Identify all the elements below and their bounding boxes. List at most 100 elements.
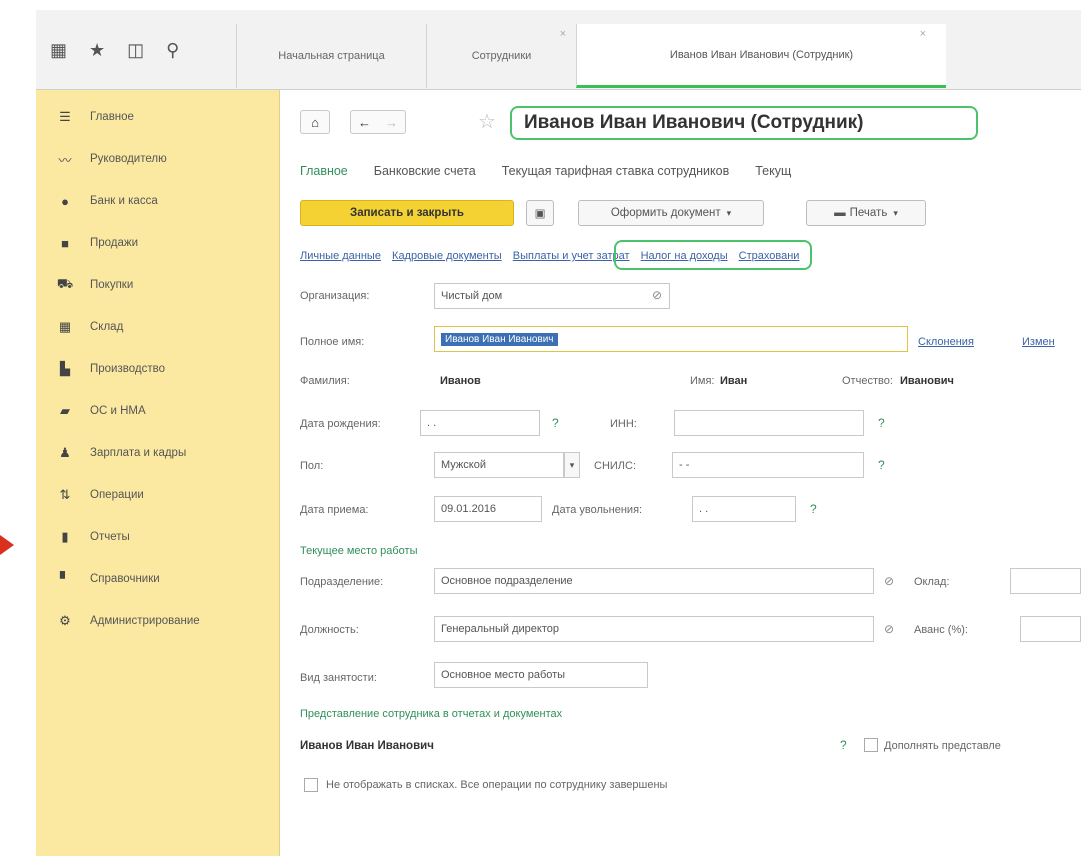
home-button[interactable]: ⌂ <box>300 110 330 134</box>
button-label: Оформить документ <box>610 207 721 219</box>
tab-employees[interactable]: Сотрудники × <box>426 24 576 88</box>
surname-label: Фамилия: <box>300 375 350 387</box>
department-field[interactable]: Основное подразделение <box>434 568 874 594</box>
tab-current[interactable]: Текущ <box>755 164 791 178</box>
declension-link[interactable]: Склонения <box>918 336 974 348</box>
sidebar-item-production[interactable]: ▙ Производство <box>36 354 280 384</box>
truck-icon: ▰ <box>60 403 70 418</box>
dismissal-date-field[interactable]: . . <box>692 496 796 522</box>
sidebar-item-bank[interactable]: ● Банк и касса <box>36 186 280 216</box>
tab-home[interactable]: Начальная страница <box>236 24 426 88</box>
sidebar-item-main[interactable]: ☰ Главное <box>36 102 280 132</box>
link-personal-data[interactable]: Личные данные <box>300 250 381 262</box>
close-icon[interactable]: × <box>560 28 566 40</box>
chart-line-icon: 〰 <box>58 152 72 168</box>
birth-date-field[interactable]: . . <box>420 410 540 436</box>
sidebar-item-sales[interactable]: ■ Продажи <box>36 228 280 258</box>
inn-field[interactable] <box>674 410 864 436</box>
full-name-field[interactable]: Иванов Иван Иванович <box>434 326 908 352</box>
save-button[interactable]: ▣ <box>526 200 554 226</box>
sidebar-item-manager[interactable]: 〰 Руководителю <box>36 144 280 174</box>
field-value: - - <box>679 459 690 471</box>
help-icon[interactable]: ? <box>840 738 847 752</box>
window: ▦ ★ ◫ ⚲ Начальная страница Сотрудники × … <box>0 0 1081 856</box>
sidebar-item-purchases[interactable]: ⛟ Покупки <box>36 270 280 300</box>
save-close-button[interactable]: Записать и закрыть <box>300 200 514 226</box>
supplement-checkbox[interactable] <box>864 738 878 752</box>
coin-icon: ● <box>61 193 69 209</box>
print-button[interactable]: ▬ Печать ▾ <box>806 200 926 226</box>
create-document-button[interactable]: Оформить документ ▾ <box>578 200 764 226</box>
link-hr-documents[interactable]: Кадровые документы <box>392 250 502 262</box>
search-icon[interactable]: ⚲ <box>166 40 179 61</box>
field-value: Генеральный директор <box>441 623 559 635</box>
gender-dropdown-button[interactable]: ▾ <box>564 452 580 478</box>
employment-type-field[interactable]: Основное место работы <box>434 662 648 688</box>
tab-main[interactable]: Главное <box>300 164 348 178</box>
advance-field[interactable] <box>1020 616 1081 642</box>
sidebar-item-salary[interactable]: ♟ Зарплата и кадры <box>36 438 280 468</box>
history-nav: ← → <box>350 110 406 134</box>
change-link[interactable]: Измен <box>1022 336 1081 348</box>
sidebar: ☰ Главное 〰 Руководителю ● Банк и касса ■ Пр… <box>36 90 280 856</box>
main-form: ⌂ ← → ☆ Иванов Иван Иванович (Сотрудник)… <box>280 90 1081 856</box>
open-position-icon[interactable]: ⊘ <box>884 622 894 636</box>
open-department-icon[interactable]: ⊘ <box>884 574 894 588</box>
hide-in-lists-checkbox[interactable] <box>304 778 318 792</box>
field-value: Основное место работы <box>441 669 566 681</box>
employment-type-label: Вид занятости: <box>300 672 377 684</box>
field-value: Мужской <box>441 459 486 471</box>
sidebar-item-label: Главное <box>90 111 134 123</box>
person-icon: ♟ <box>59 445 71 460</box>
apps-grid-icon[interactable]: ▦ <box>50 40 67 61</box>
tab-bank-accounts[interactable]: Банковские счета <box>374 164 476 178</box>
field-value: Чистый дом <box>441 290 503 302</box>
history-icon[interactable]: ◫ <box>127 40 144 61</box>
gear-icon: ⚙ <box>59 613 71 628</box>
current-workplace-heading: Текущее место работы <box>300 545 418 557</box>
back-arrow-icon[interactable]: ← <box>358 115 371 130</box>
payments-link-highlight <box>614 240 812 270</box>
chevron-down-icon: ▾ <box>726 207 732 218</box>
favorites-star-icon[interactable]: ★ <box>89 40 105 61</box>
close-icon[interactable]: × <box>920 28 926 40</box>
patronymic-value: Иванович <box>900 375 954 387</box>
tab-tariff-rate[interactable]: Текущая тарифная ставка сотрудников <box>502 164 730 178</box>
printer-icon: ▬ <box>834 207 846 219</box>
help-icon[interactable]: ? <box>878 458 885 472</box>
sidebar-item-label: Зарплата и кадры <box>90 447 187 459</box>
link-payments[interactable]: Выплаты и учет затрат <box>513 250 630 262</box>
forward-arrow-icon[interactable]: → <box>385 115 398 130</box>
tab-employee-card[interactable]: Иванов Иван Иванович (Сотрудник) × <box>576 24 946 88</box>
sidebar-item-label: Склад <box>90 321 124 333</box>
home-icon: ⌂ <box>311 114 319 130</box>
tab-label: Начальная страница <box>278 50 385 62</box>
sidebar-item-assets[interactable]: ▰ ОС и НМА <box>36 396 280 426</box>
organization-field[interactable]: Чистый дом <box>434 283 670 309</box>
field-value: . . <box>427 417 437 429</box>
help-icon[interactable]: ? <box>552 416 559 430</box>
menu-icon: ☰ <box>59 109 71 124</box>
hire-date-field[interactable]: 09.01.2016 <box>434 496 542 522</box>
sidebar-item-operations[interactable]: ⇅ Операции <box>36 480 280 510</box>
cart-icon: ⛟ <box>56 276 74 291</box>
sidebar-item-warehouse[interactable]: ▦ Склад <box>36 312 280 342</box>
open-organization-icon[interactable]: ⊘ <box>652 288 662 302</box>
field-value: . . <box>699 503 709 515</box>
chevron-down-icon: ▾ <box>893 207 898 218</box>
help-icon[interactable]: ? <box>878 416 885 430</box>
snils-field[interactable]: - - <box>672 452 864 478</box>
sidebar-item-label: Покупки <box>90 279 134 291</box>
sidebar-item-label: Руководителю <box>90 153 167 165</box>
position-field[interactable]: Генеральный директор <box>434 616 874 642</box>
representation-name: Иванов Иван Иванович <box>300 740 434 752</box>
sidebar-item-reports[interactable]: ▮ Отчеты <box>36 522 280 552</box>
gender-select[interactable]: Мужской <box>434 452 564 478</box>
pointer-arrow-icon <box>0 535 14 555</box>
salary-field[interactable] <box>1010 568 1081 594</box>
sidebar-item-admin[interactable]: ⚙ Администрирование <box>36 606 280 636</box>
representation-heading: Представление сотрудника в отчетах и док… <box>300 708 563 720</box>
favorite-star-icon[interactable]: ☆ <box>478 109 496 134</box>
sidebar-item-references[interactable]: ▘ Справочники <box>36 564 280 594</box>
help-icon[interactable]: ? <box>810 502 817 516</box>
